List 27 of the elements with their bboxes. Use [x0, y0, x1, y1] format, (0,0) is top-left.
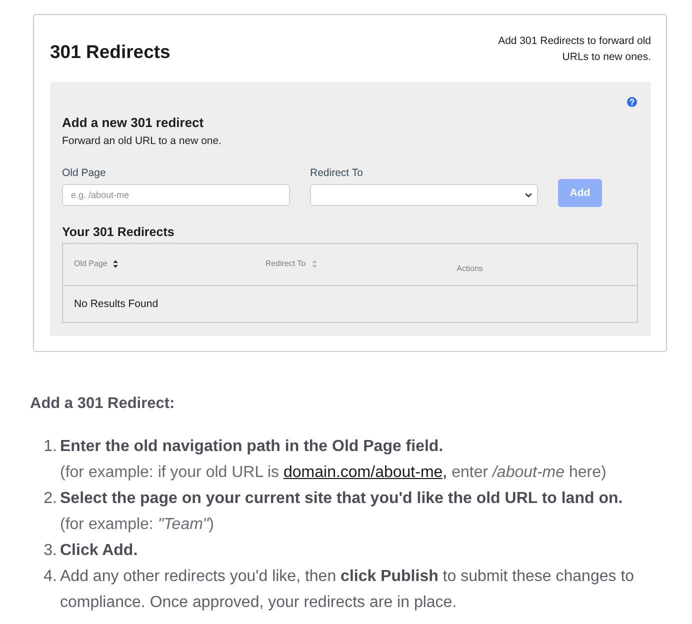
sort-icon[interactable] [113, 260, 118, 268]
old-page-input[interactable]: e.g. /about-me [62, 184, 290, 206]
column-header[interactable]: Old Page [74, 259, 108, 269]
step-number: 4. [42, 567, 58, 587]
step-number: 3. [42, 541, 58, 561]
page-description: Add 301 Redirects to forward old URLs to new ones. [497, 34, 651, 65]
example-link[interactable]: domain.com/about-me, [283, 464, 448, 481]
table-heading: Your 301 Redirects [62, 224, 176, 240]
empty-message: No Results Found [74, 297, 158, 311]
field-label: Redirect To [310, 166, 364, 180]
step-text: Select the page on your current site that you'd like the old URL to land on. [60, 489, 624, 509]
instructions-heading: Add a 301 Redirect: [30, 394, 176, 414]
step-number: 2. [42, 489, 58, 509]
field-label: Old Page [62, 166, 107, 180]
step-number: 1. [42, 437, 58, 457]
example-note: (for example: "Team") [60, 515, 215, 535]
step-text: Add any other redirects you'd like, then click Publish to submit these changes to compliance. Once approved, your redirects are in place. [60, 567, 636, 613]
column-header[interactable]: Redirect To [265, 259, 306, 269]
help-icon[interactable] [627, 97, 637, 107]
form-subheading: Forward an old URL to a new one. [62, 134, 223, 148]
column-header: Actions [456, 264, 483, 274]
step-text: Click Add. [60, 541, 139, 561]
step-text: Enter the old navigation path in the Old Page field. [60, 437, 444, 457]
form-heading: Add a new 301 redirect [62, 114, 205, 132]
example-note: (for example: if your old URL is domain.com/about-me, enter /about-me here) [60, 463, 608, 483]
page-title: 301 Redirects [50, 40, 170, 64]
chevron-down-icon [525, 192, 532, 198]
